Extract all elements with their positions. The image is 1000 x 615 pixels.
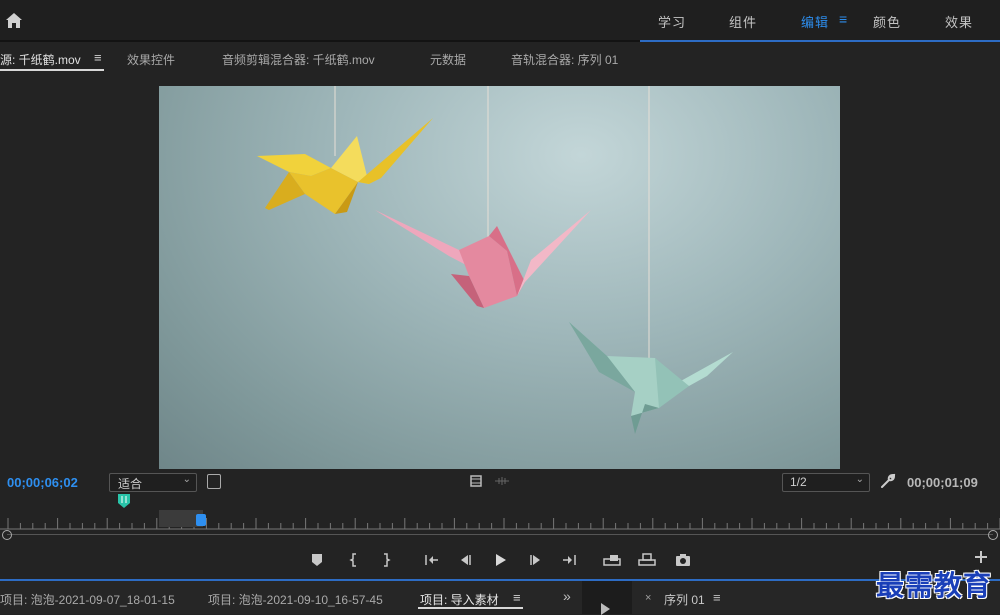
overwrite-button[interactable] — [638, 551, 656, 569]
hamburger-menu-icon[interactable]: ≡ — [513, 590, 521, 605]
home-icon[interactable] — [5, 12, 23, 30]
playhead-marker[interactable] — [116, 493, 132, 509]
workspace-tab-assembly[interactable]: 组件 — [729, 12, 757, 31]
tab-audio-clip-mixer[interactable]: 音频剪辑混合器: 千纸鹤.mov — [222, 51, 375, 68]
hamburger-menu-icon[interactable]: ≡ — [839, 11, 847, 27]
active-workspace-indicator — [640, 40, 1000, 42]
tab-project-2[interactable]: 项目: 泡泡-2021-09-10_16-57-45 — [208, 591, 383, 608]
overflow-chevron-icon[interactable]: » — [563, 588, 571, 604]
playhead-timecode[interactable]: 00;00;06;02 — [7, 475, 78, 490]
add-marker-button[interactable] — [308, 551, 326, 569]
step-forward-button[interactable] — [527, 551, 545, 569]
out-point-handle[interactable] — [196, 514, 206, 526]
playback-resolution-select[interactable]: 1/2 ⌄ — [782, 473, 870, 492]
tab-audio-track-mixer[interactable]: 音轨混合器: 序列 01 — [511, 51, 618, 68]
wrench-icon[interactable] — [880, 473, 896, 489]
zoom-level-select[interactable]: 适合 ⌄ — [109, 473, 197, 492]
tab-source-monitor[interactable]: 源: 千纸鹤.mov — [0, 51, 81, 68]
tab-effect-controls[interactable]: 效果控件 — [127, 51, 175, 68]
origami-cranes-image — [257, 86, 733, 434]
mark-in-button[interactable] — [345, 551, 363, 569]
add-button-icon[interactable] — [974, 550, 988, 564]
tab-sequence[interactable]: 序列 01 — [664, 591, 705, 608]
workspace-tab-effects[interactable]: 效果 — [945, 12, 973, 31]
active-tab-underline — [418, 607, 523, 609]
duration-timecode: 00;00;01;09 — [907, 475, 978, 490]
workspace-tab-color[interactable]: 颜色 — [873, 12, 901, 31]
audio-waveform-icon[interactable] — [495, 476, 509, 486]
scrollbar-left-handle[interactable] — [2, 530, 12, 540]
film-icon[interactable] — [470, 475, 482, 487]
zoom-level-value: 适合 — [118, 477, 143, 491]
time-ruler[interactable] — [0, 510, 1000, 530]
step-back-button[interactable] — [456, 551, 474, 569]
tab-project-1[interactable]: 项目: 泡泡-2021-09-07_18-01-15 — [0, 591, 175, 608]
settings-step-icon[interactable] — [207, 474, 221, 489]
tab-project-import[interactable]: 项目: 导入素材 — [420, 591, 499, 608]
mark-out-button[interactable] — [377, 551, 395, 569]
workspace-tab-learn[interactable]: 学习 — [658, 12, 686, 31]
camera-icon[interactable] — [674, 551, 692, 569]
chevron-down-icon: ⌄ — [182, 474, 191, 485]
insert-button[interactable] — [603, 551, 621, 569]
resolution-value: 1/2 — [790, 475, 807, 489]
go-to-in-button[interactable] — [422, 551, 440, 569]
play-button[interactable] — [491, 551, 509, 569]
source-monitor-video — [159, 86, 840, 469]
zoom-scrollbar[interactable] — [7, 534, 993, 535]
active-tab-underline — [0, 69, 104, 71]
hamburger-menu-icon[interactable]: ≡ — [94, 50, 102, 65]
go-to-out-button[interactable] — [561, 551, 579, 569]
scrollbar-right-handle[interactable] — [988, 530, 998, 540]
workspace-bar — [0, 0, 1000, 40]
tab-metadata[interactable]: 元数据 — [430, 51, 466, 68]
workspace-tab-editing[interactable]: 编辑 — [801, 12, 829, 31]
chevron-down-icon: ⌄ — [855, 474, 864, 485]
hamburger-menu-icon[interactable]: ≡ — [713, 590, 721, 605]
selection-tool-icon[interactable] — [601, 603, 610, 615]
watermark: 最需教育 — [876, 569, 993, 602]
close-icon[interactable]: × — [645, 592, 651, 604]
